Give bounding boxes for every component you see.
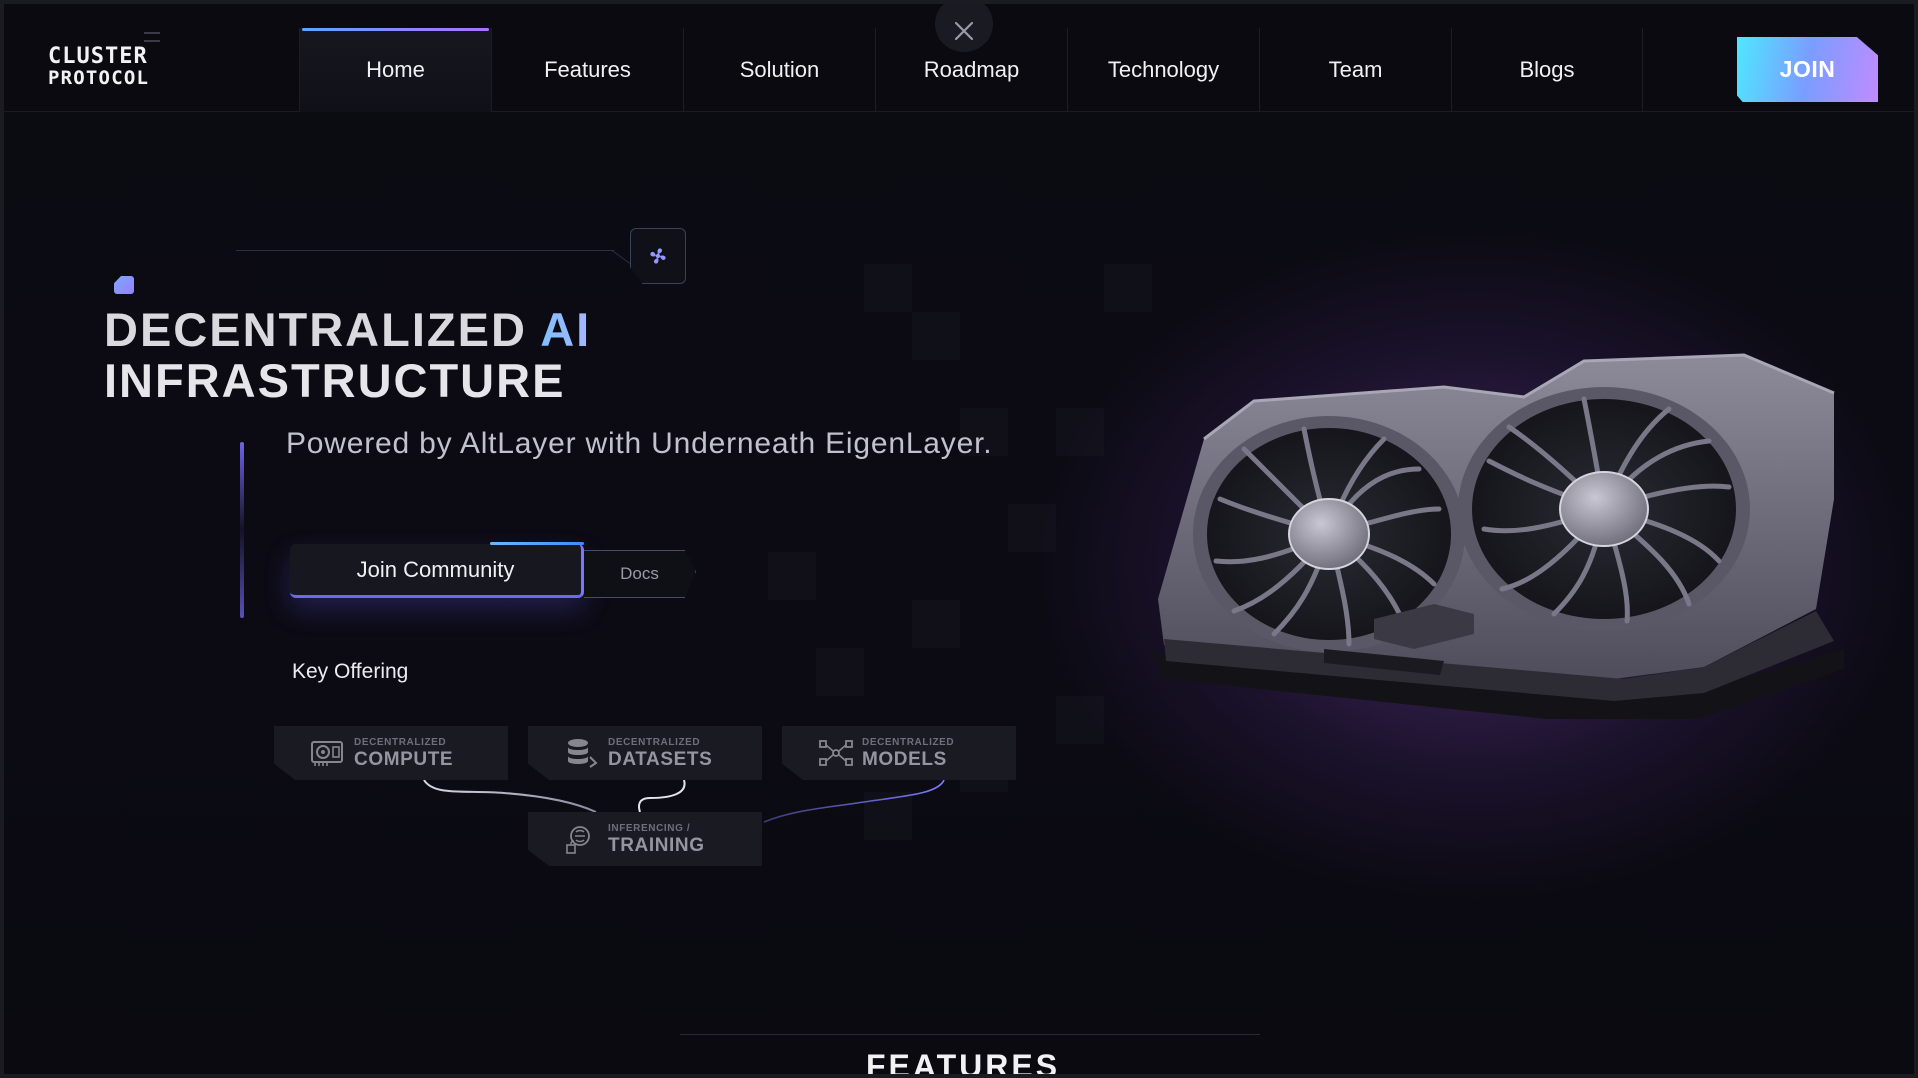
page-frame: CLUSTER PROTOCOL Home Features Solution … <box>0 0 1918 1078</box>
join-community-label: Join Community <box>356 556 515 582</box>
offering-datasets-title: DATASETS <box>608 748 713 770</box>
nav-item-label: Blogs <box>1519 57 1575 82</box>
brand-logo[interactable]: CLUSTER PROTOCOL <box>48 44 184 92</box>
key-offering-heading: Key Offering <box>292 660 409 683</box>
brand-logo-line1: CLUSTER <box>48 44 148 69</box>
fan-icon <box>650 248 666 264</box>
hero-divider-line <box>236 250 614 251</box>
database-icon <box>568 739 598 768</box>
features-divider <box>680 1034 1260 1035</box>
fan-badge <box>630 228 686 284</box>
top-navbar: CLUSTER PROTOCOL Home Features Solution … <box>4 4 1914 112</box>
scrollbar-thumb[interactable] <box>1914 8 1918 130</box>
join-button[interactable]: JOIN <box>1737 37 1878 102</box>
nav-item-home[interactable]: Home <box>299 28 491 112</box>
offering-models[interactable]: DECENTRALIZED MODELS <box>782 726 1016 780</box>
nav-item-blogs[interactable]: Blogs <box>1451 28 1643 112</box>
menu-lines-icon <box>144 32 160 42</box>
offering-models-title: MODELS <box>862 748 947 770</box>
nav-item-label: Solution <box>739 57 820 82</box>
gpu-card-icon <box>311 741 343 766</box>
docs-button[interactable]: Docs <box>584 550 696 598</box>
hero-title-line2: INFRASTRUCTURE <box>104 354 566 407</box>
join-community-button[interactable]: Join Community <box>290 542 584 598</box>
offering-models-kicker: DECENTRALIZED <box>862 736 955 748</box>
nav-item-label: Home <box>366 57 425 82</box>
brand-logo-line2: PROTOCOL <box>48 67 150 89</box>
network-nodes-icon <box>819 740 853 766</box>
nav-item-label: Team <box>1328 57 1383 82</box>
offering-training[interactable]: INFERENCING / TRAINING <box>528 812 762 866</box>
hero-title: DECENTRALIZED AI INFRASTRUCTURE <box>104 304 591 406</box>
nav-item-label: Roadmap <box>923 57 1020 82</box>
offering-compute[interactable]: DECENTRALIZED COMPUTE <box>274 726 508 780</box>
nav-item-features[interactable]: Features <box>491 28 683 112</box>
docs-label: Docs <box>620 564 659 583</box>
hero-title-main: DECENTRALIZED <box>104 303 527 356</box>
nav-item-label: Technology <box>1107 57 1220 82</box>
title-accent-chip <box>114 276 134 294</box>
offering-compute-kicker: DECENTRALIZED <box>354 736 447 748</box>
gpu-illustration <box>1150 353 1844 719</box>
offering-datasets[interactable]: DECENTRALIZED DATASETS <box>528 726 762 780</box>
nav-item-label: Features <box>544 57 631 82</box>
nav-item-team[interactable]: Team <box>1259 28 1451 112</box>
offering-training-kicker: INFERENCING / <box>608 822 691 834</box>
brain-chip-icon <box>566 826 590 854</box>
hero-title-ai: AI <box>540 303 592 356</box>
offering-training-title: TRAINING <box>608 834 705 856</box>
features-heading: FEATURES <box>865 1048 1061 1078</box>
offering-datasets-kicker: DECENTRALIZED <box>608 736 701 748</box>
hero-side-accent <box>240 442 244 618</box>
join-button-label: JOIN <box>1779 56 1836 82</box>
nav-item-technology[interactable]: Technology <box>1067 28 1259 112</box>
offering-compute-title: COMPUTE <box>354 748 454 770</box>
hero-subtitle: Powered by AltLayer with Underneath Eige… <box>286 427 993 460</box>
nav-item-solution[interactable]: Solution <box>683 28 875 112</box>
close-icon <box>954 21 974 41</box>
